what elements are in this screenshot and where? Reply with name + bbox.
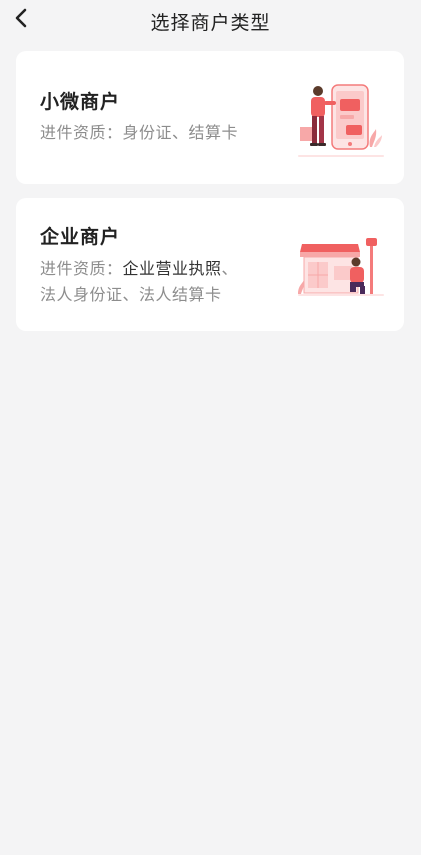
qualification-label: 进件资质： [40,123,123,142]
card-title: 企业商户 [40,226,121,248]
qualification-value-legal: 法人身份证、法人结算卡 [40,285,222,304]
phone-payment-illustration [298,79,384,165]
merchant-type-card-enterprise[interactable]: 企业商户 进件资质：企业营业执照、法人身份证、法人结算卡 [16,198,404,331]
qualification-value: 身份证、结算卡 [122,123,239,142]
qualification-separator: 、 [221,259,239,278]
merchant-type-card-micro[interactable]: 小微商户 进件资质：身份证、结算卡 [16,51,404,184]
qualification-label: 进件资质： [40,259,123,278]
card-description: 进件资质：身份证、结算卡 [40,120,280,146]
card-title: 小微商户 [40,91,121,113]
storefront-illustration [298,222,384,308]
top-navigation-bar: 选择商户类型 [0,0,421,44]
qualification-value-license: 企业营业执照 [122,259,222,278]
card-description: 进件资质：企业营业执照、法人身份证、法人结算卡 [40,256,280,308]
page-title: 选择商户类型 [150,12,271,34]
